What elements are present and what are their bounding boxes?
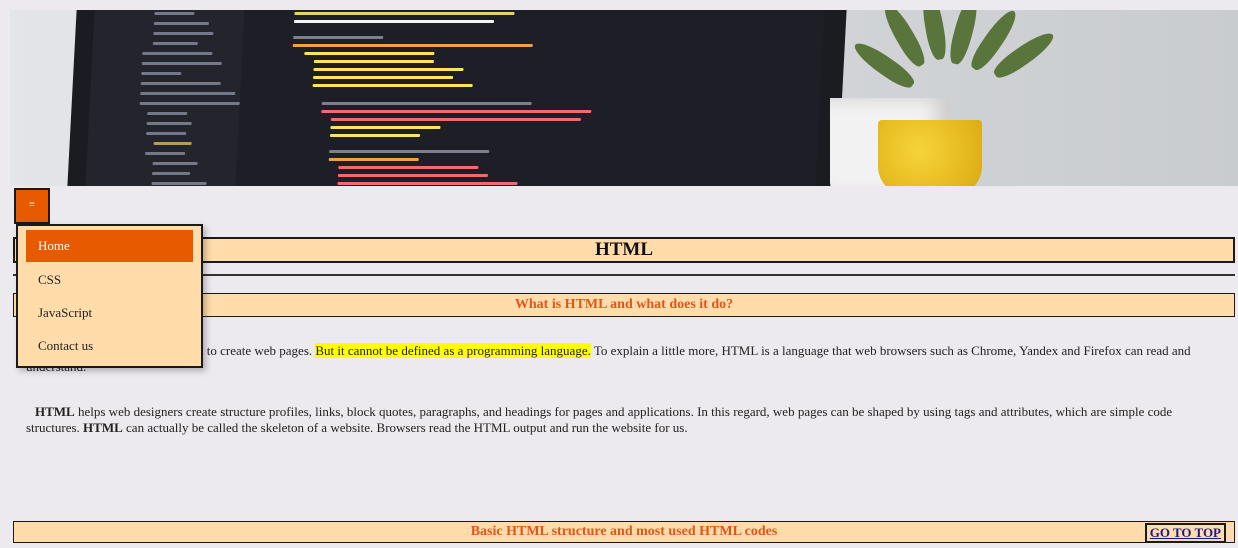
menu-toggle-button[interactable]: ≡: [14, 188, 50, 224]
section-heading-basic-structure-label: Basic HTML structure and most used HTML …: [470, 524, 778, 539]
menu-item-contact-us[interactable]: Contact us: [26, 330, 193, 362]
menu-item-css[interactable]: CSS: [26, 264, 193, 296]
bold-html-1: HTML: [35, 404, 75, 419]
paragraph-structure-text-2: can actually be called the skeleton of a…: [122, 420, 688, 435]
paragraph-structure: HTML helps web designers create structur…: [26, 404, 1226, 436]
menu-item-home[interactable]: Home: [26, 230, 193, 262]
page: ≡ HTML What is HTML and what does it do?…: [0, 0, 1238, 548]
paragraph-intro: HTML is a markup language used to create…: [26, 343, 1216, 375]
section-heading-basic-structure: Basic HTML structure and most used HTML …: [13, 521, 1235, 543]
laptop-illustration: [66, 10, 848, 186]
bold-html-2: HTML: [83, 420, 123, 435]
menu-item-javascript[interactable]: JavaScript: [26, 297, 193, 329]
nav-dropdown-menu: Home CSS JavaScript Contact us: [16, 224, 203, 368]
go-to-top-link[interactable]: GO TO TOP: [1144, 523, 1226, 543]
highlighted-text: But it cannot be defined as a programmin…: [315, 343, 591, 358]
hero-image: [10, 10, 1238, 186]
yellow-cup: [878, 120, 982, 186]
